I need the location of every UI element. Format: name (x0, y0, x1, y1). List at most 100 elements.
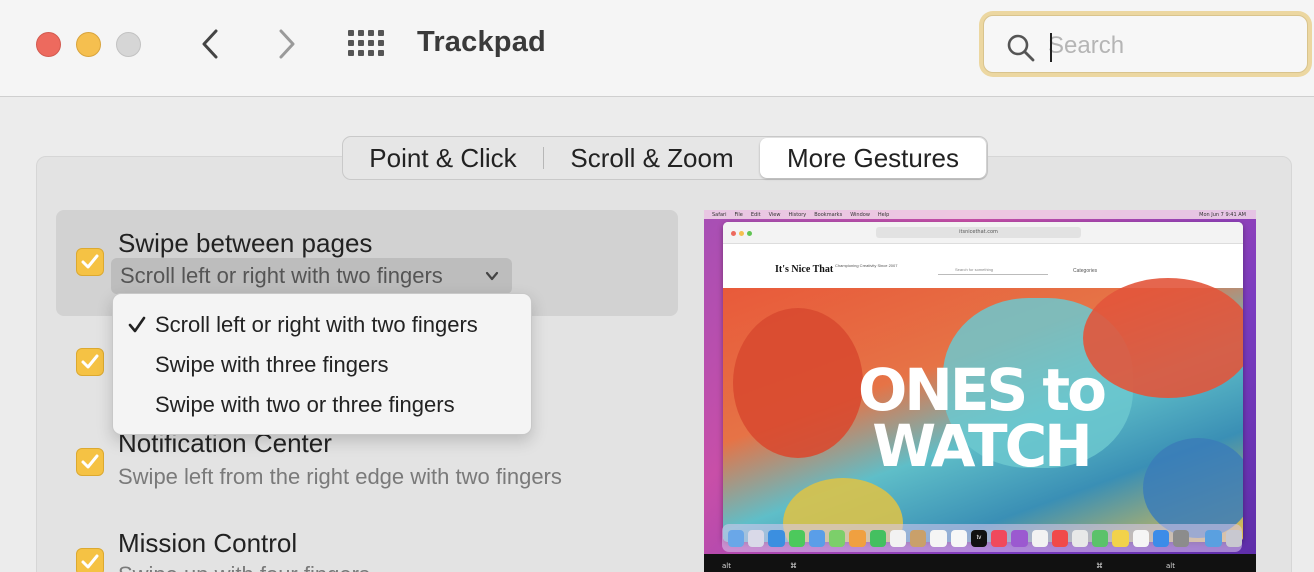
back-button[interactable] (194, 26, 230, 62)
chevron-right-icon (279, 29, 295, 59)
dock-app-icon (991, 529, 1008, 547)
preview-headline-line: ONES to (857, 356, 1107, 424)
preview-min-dot (739, 231, 744, 236)
preview-key-label: alt (1166, 562, 1175, 570)
option-title: Mission Control (118, 528, 298, 558)
dock-app-icon (829, 529, 846, 547)
grid-dot-icon (348, 40, 354, 46)
preview-key-label: alt (722, 562, 731, 570)
checkmark-icon (81, 354, 99, 369)
grid-dot-icon (348, 50, 354, 56)
dock-app-icon (808, 529, 826, 547)
preview-menubar-item: Bookmarks (814, 211, 843, 218)
tab-scroll-zoom[interactable]: Scroll & Zoom (544, 137, 760, 179)
dock-app-icon (1112, 529, 1129, 547)
dock-app-icon (950, 529, 967, 547)
preview-url-bar: itsnicethat.com (876, 227, 1081, 238)
grid-dot-icon (378, 50, 384, 56)
dock-app-icon (728, 529, 745, 547)
text-caret (1050, 33, 1052, 62)
title-bar: Trackpad (0, 0, 1314, 97)
search-input[interactable] (1048, 28, 1298, 64)
menu-item-label: Scroll left or right with two fingers (155, 312, 478, 337)
grid-dot-icon (358, 50, 364, 56)
checkmark-icon (128, 316, 146, 333)
preview-clock: Mon Jun 7 9:41 AM (1199, 211, 1246, 218)
preview-headline: ONES to WATCH (831, 356, 1131, 480)
option-title: Swipe between pages (118, 228, 373, 258)
option-2-checkbox[interactable] (76, 348, 104, 376)
preview-menubar-item: Window (850, 211, 870, 218)
menu-item[interactable]: Scroll left or right with two fingers (113, 306, 531, 344)
show-all-button[interactable] (348, 30, 386, 58)
preview-site-search-line (938, 274, 1048, 275)
dock-app-icon (788, 529, 805, 547)
dock-app-icon (1071, 529, 1089, 547)
dock-app-icon (930, 529, 947, 547)
preview-menubar-item: Safari (712, 211, 727, 218)
preview-site-tagline: Championing Creativity Since 2007 (835, 263, 898, 268)
swipe-pages-popup-menu: Scroll left or right with two fingers Sw… (112, 293, 532, 435)
menu-item-label: Swipe with three fingers (155, 352, 389, 377)
preview-menubar-item: Help (877, 211, 890, 218)
preview-menubar-item: History (788, 211, 807, 218)
option-subtitle: Swipe up with four fingers (118, 562, 370, 572)
preview-menubar-item: File (734, 211, 743, 218)
grid-dot-icon (368, 30, 374, 36)
close-window-button[interactable] (36, 32, 61, 57)
dock-app-icon (869, 529, 886, 547)
gesture-preview-video: Safari File Edit View History Bookmarks … (704, 210, 1256, 572)
grid-dot-icon (358, 40, 364, 46)
dock-app-icon (1092, 529, 1109, 547)
preview-menubar: Safari File Edit View History Bookmarks … (704, 210, 1256, 219)
window-title: Trackpad (417, 26, 546, 58)
tab-more-gestures[interactable]: More Gestures (760, 138, 986, 178)
swipe-pages-popup-button[interactable]: Scroll left or right with two fingers (111, 258, 512, 294)
option-subtitle: Swipe left from the right edge with two … (118, 464, 562, 489)
preview-menubar-item: View (768, 211, 781, 218)
menu-item[interactable]: Swipe with two or three fingers (113, 386, 531, 424)
grid-dot-icon (358, 30, 364, 36)
tab-bar: Point & Click Scroll & Zoom More Gesture… (342, 136, 988, 180)
dock-app-icon (1011, 529, 1028, 547)
menu-item-label: Swipe with two or three fingers (155, 392, 455, 417)
swipe-between-pages-checkbox[interactable] (76, 248, 104, 276)
grid-dot-icon (348, 30, 354, 36)
checkmark-icon (81, 454, 99, 469)
dock-app-icon (889, 529, 907, 547)
preview-headline-line: WATCH (872, 412, 1092, 480)
minimize-window-button[interactable] (76, 32, 101, 57)
artwork-shape (1143, 438, 1243, 538)
preview-keyboard: alt ⌘ ⌘ alt (704, 554, 1256, 572)
search-field[interactable] (983, 15, 1308, 73)
preview-site-search: Search for something (955, 267, 994, 272)
grid-dot-icon (368, 50, 374, 56)
dock-app-icon (1152, 529, 1170, 547)
dock-app-icon (1205, 529, 1222, 547)
dock-app-icon (1051, 529, 1068, 547)
dock-app-icon (1173, 529, 1190, 547)
chevron-left-icon (202, 29, 218, 59)
dock-app-icon (1031, 529, 1048, 547)
chevron-down-icon (485, 271, 499, 281)
preview-dock: tv (722, 524, 1242, 552)
mission-control-checkbox[interactable] (76, 548, 104, 572)
preview-zoom-dot (747, 231, 752, 236)
preview-safari-toolbar: itsnicethat.com (723, 222, 1243, 244)
preview-key-label: ⌘ (1096, 562, 1103, 570)
menu-item[interactable]: Swipe with three fingers (113, 346, 531, 384)
forward-button[interactable] (269, 26, 305, 62)
checkmark-icon (81, 254, 99, 269)
notification-center-checkbox[interactable] (76, 448, 104, 476)
dock-app-icon (748, 529, 765, 547)
preview-safari-window: itsnicethat.com It's Nice That Championi… (723, 222, 1243, 542)
zoom-window-button[interactable] (116, 32, 141, 57)
preview-close-dot (731, 231, 736, 236)
dock-app-icon (849, 529, 866, 547)
dock-app-icon (1132, 529, 1149, 547)
grid-dot-icon (368, 40, 374, 46)
grid-dot-icon (378, 30, 384, 36)
popup-selected-value: Scroll left or right with two fingers (120, 263, 443, 288)
tab-point-click[interactable]: Point & Click (343, 137, 543, 179)
dock-app-icon: tv (970, 529, 988, 547)
